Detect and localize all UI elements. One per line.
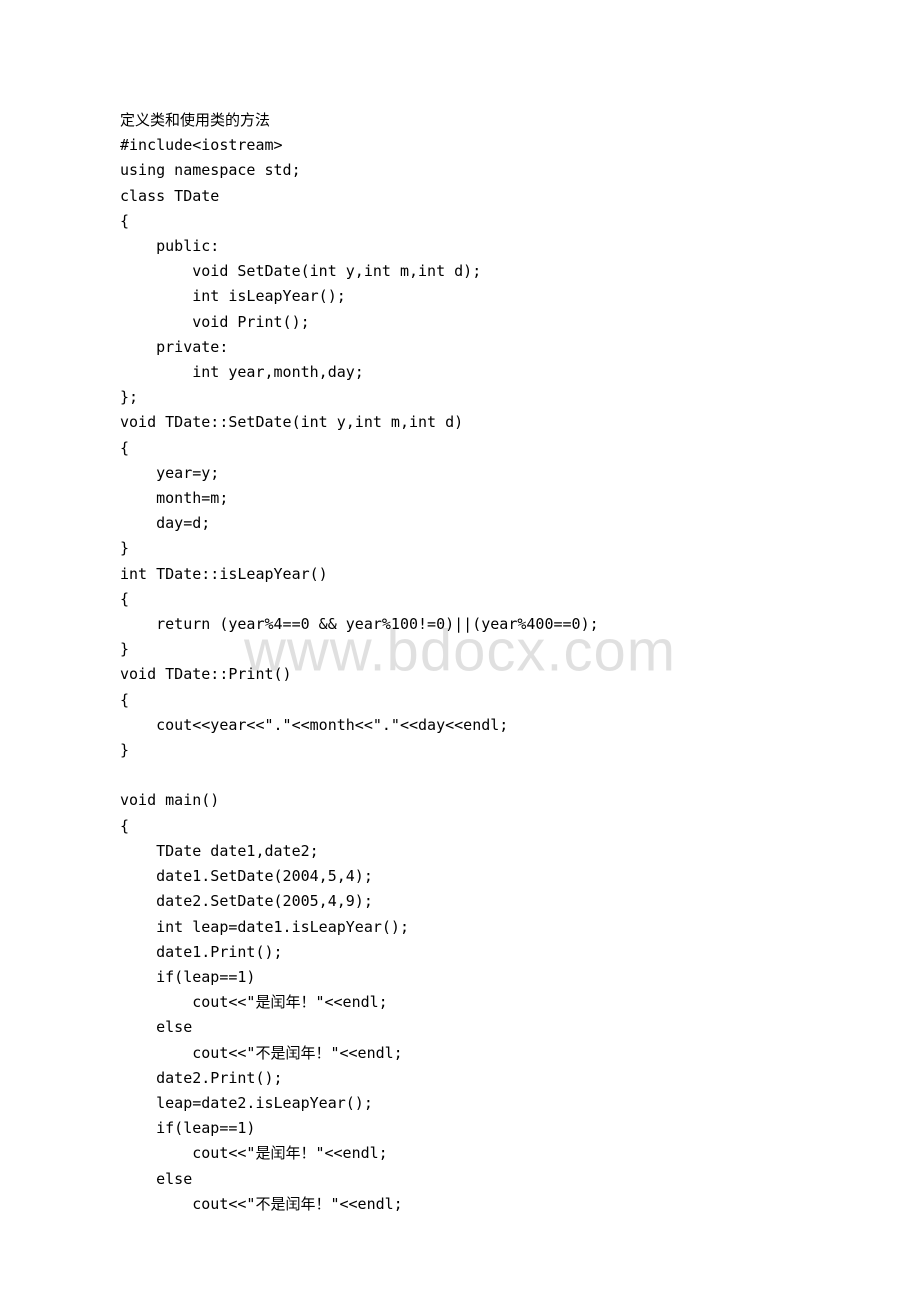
code-line: 定义类和使用类的方法 [120, 108, 800, 133]
code-line: } [120, 536, 800, 561]
code-line: int leap=date1.isLeapYear(); [120, 915, 800, 940]
code-line: leap=date2.isLeapYear(); [120, 1091, 800, 1116]
code-line: date1.SetDate(2004,5,4); [120, 864, 800, 889]
code-line: } [120, 637, 800, 662]
code-line: date2.Print(); [120, 1066, 800, 1091]
code-line: class TDate [120, 184, 800, 209]
code-line: private: [120, 335, 800, 360]
code-line: else [120, 1015, 800, 1040]
code-line: year=y; [120, 461, 800, 486]
code-line: void Print(); [120, 310, 800, 335]
code-line: else [120, 1167, 800, 1192]
code-line: cout<<"是闰年！"<<endl; [120, 990, 800, 1015]
code-line: void SetDate(int y,int m,int d); [120, 259, 800, 284]
code-line: }; [120, 385, 800, 410]
code-line: int isLeapYear(); [120, 284, 800, 309]
code-line: cout<<"不是闰年！"<<endl; [120, 1041, 800, 1066]
code-line: { [120, 688, 800, 713]
code-line: { [120, 587, 800, 612]
code-line: int year,month,day; [120, 360, 800, 385]
code-line: date2.SetDate(2005,4,9); [120, 889, 800, 914]
code-line: TDate date1,date2; [120, 839, 800, 864]
code-line: using namespace std; [120, 158, 800, 183]
code-line: void TDate::SetDate(int y,int m,int d) [120, 410, 800, 435]
code-line: if(leap==1) [120, 965, 800, 990]
code-line: int TDate::isLeapYear() [120, 562, 800, 587]
code-line: void TDate::Print() [120, 662, 800, 687]
code-line: { [120, 814, 800, 839]
code-line: cout<<"是闰年！"<<endl; [120, 1141, 800, 1166]
code-line: { [120, 436, 800, 461]
code-line: void main() [120, 788, 800, 813]
code-line: date1.Print(); [120, 940, 800, 965]
code-line: } [120, 738, 800, 763]
code-line: month=m; [120, 486, 800, 511]
code-line: if(leap==1) [120, 1116, 800, 1141]
code-document: 定义类和使用类的方法#include<iostream>using namesp… [0, 0, 920, 1217]
code-line: public: [120, 234, 800, 259]
code-line: { [120, 209, 800, 234]
code-line: cout<<year<<"."<<month<<"."<<day<<endl; [120, 713, 800, 738]
code-line: return (year%4==0 && year%100!=0)||(year… [120, 612, 800, 637]
code-line: day=d; [120, 511, 800, 536]
code-line: cout<<"不是闰年！"<<endl; [120, 1192, 800, 1217]
code-line: #include<iostream> [120, 133, 800, 158]
code-line [120, 763, 800, 788]
